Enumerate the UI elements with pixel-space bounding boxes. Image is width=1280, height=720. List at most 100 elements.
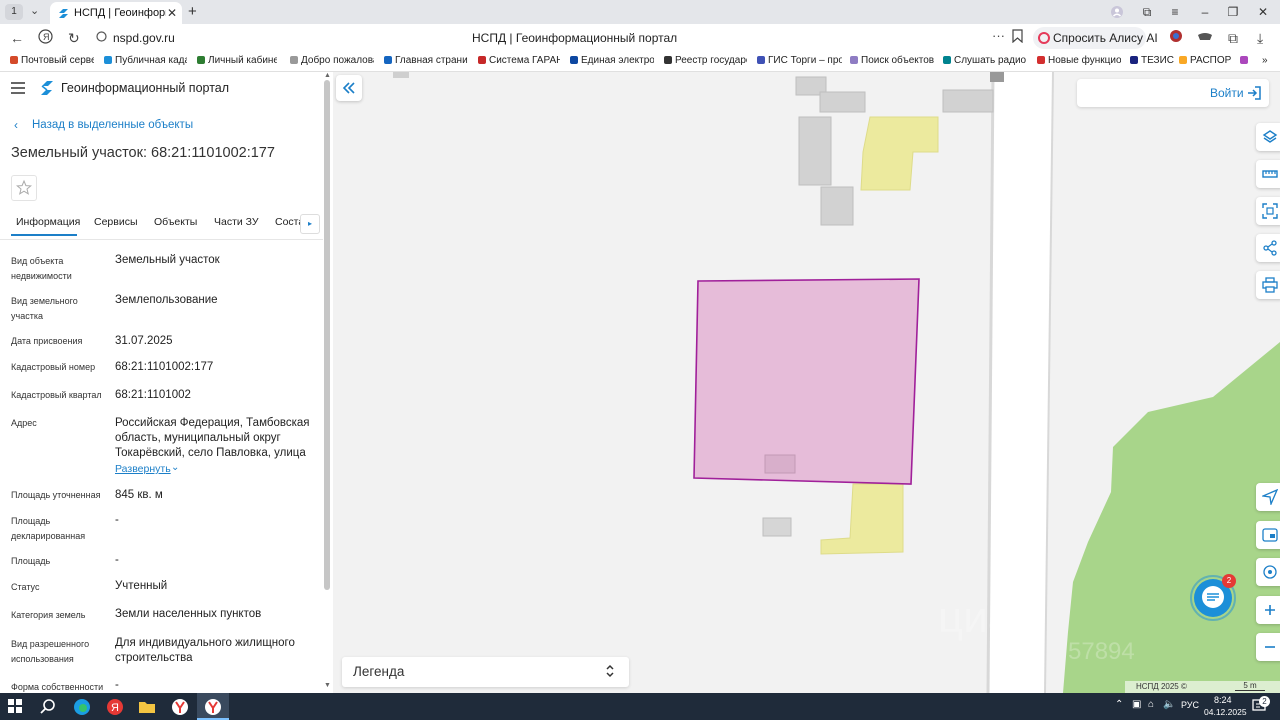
field-value: 68:21:1101002 — [115, 389, 191, 401]
tab-objects[interactable]: Объекты — [154, 216, 197, 228]
field-label: Дата присвоения — [11, 336, 83, 346]
address-value: Российская Федерация, Тамбовская область… — [115, 417, 310, 459]
tabs-dropdown-icon[interactable]: ⌄ — [30, 4, 39, 17]
select-area-button[interactable] — [1256, 197, 1280, 225]
hamburger-menu-icon[interactable] — [11, 82, 25, 94]
login-label: Войти — [1210, 86, 1244, 100]
edge-icon[interactable] — [72, 697, 92, 717]
field-value: Земли населенных пунктов — [115, 608, 262, 620]
legend-toggle[interactable]: Легенда — [342, 657, 629, 687]
back-arrow-icon[interactable]: ← — [10, 30, 24, 46]
bookmark-item[interactable]: Система ГАРАНТ — [478, 55, 560, 66]
bookmark-item[interactable]: Почтовый сервер — [10, 55, 94, 66]
field-label: Категория земель — [11, 610, 86, 620]
selected-parcel[interactable] — [693, 278, 920, 485]
sidebar-scrollbar[interactable] — [324, 80, 330, 590]
search-icon[interactable] — [38, 697, 58, 717]
back-chevron-icon[interactable]: ‹ — [14, 118, 18, 132]
bookmark-item[interactable]: Реестр государст — [664, 55, 747, 66]
bookmark-item[interactable]: Личный кабинет — [197, 55, 277, 66]
bookmark-icon[interactable] — [1012, 29, 1023, 43]
bookmarks-bar: Почтовый сервер Публичная кадас Личный к… — [0, 52, 1280, 72]
browser-tab[interactable]: НСПД | Геоинформаци ✕ — [50, 2, 182, 24]
back-to-selected-link[interactable]: Назад в выделенные объекты — [32, 119, 193, 131]
profile-icon[interactable] — [1106, 2, 1128, 22]
minimize-icon[interactable]: – — [1194, 2, 1216, 22]
collections-icon[interactable]: ⧉ — [1136, 2, 1158, 22]
yandex-app-icon[interactable]: Я — [105, 697, 125, 717]
bookmark-item[interactable]: Поиск объектов н — [850, 55, 935, 66]
tab-count-button[interactable]: 1 — [5, 4, 23, 20]
windows-taskbar: Я ⌃ ▣ ⌂ 🔈 РУС 8:24 04.12.2025 2 — [0, 693, 1280, 720]
zoom-in-button[interactable] — [1256, 596, 1280, 624]
bookmark-item[interactable]: Единая электрон — [570, 55, 654, 66]
downloads-panel-icon[interactable]: ⧉ — [1228, 30, 1238, 46]
hat-icon[interactable] — [1197, 30, 1213, 42]
svg-text:Я: Я — [111, 702, 119, 714]
new-tab-button[interactable]: + — [188, 3, 197, 20]
map-view[interactable]: циан 57894 Войти 2 Легенда НСПД 2025 © 5… — [333, 72, 1280, 693]
zoom-out-button[interactable] — [1256, 633, 1280, 661]
yandex-icon[interactable]: Я — [38, 29, 53, 44]
window-close-icon[interactable]: ✕ — [1252, 2, 1274, 22]
status-value: Учтенный — [115, 580, 168, 592]
favorite-button[interactable] — [11, 175, 37, 201]
geolocate-button[interactable] — [1256, 483, 1280, 511]
volume-icon[interactable]: 🔈 — [1163, 699, 1175, 710]
active-tab-indicator — [11, 234, 77, 236]
download-icon[interactable]: ⤓ — [1257, 30, 1263, 46]
language-indicator[interactable]: РУС — [1181, 700, 1199, 710]
field-label: Вид земельного участка — [11, 296, 78, 321]
field-label: Форма собственности — [11, 682, 104, 692]
tray-chevron-icon[interactable]: ⌃ — [1115, 699, 1123, 710]
bookmarks-more-icon[interactable]: » — [1262, 55, 1276, 66]
bookmark-item[interactable]: Главная страниц — [384, 55, 468, 66]
field-label: Кадастровый квартал — [11, 390, 102, 400]
expand-chevron-icon[interactable]: ⌄ — [171, 462, 179, 473]
site-info-icon[interactable] — [96, 31, 107, 42]
location-search-button[interactable] — [1256, 558, 1280, 586]
menu-icon[interactable]: ≡ — [1164, 2, 1186, 22]
bookmark-item[interactable]: ТЕЗИС — [1130, 55, 1174, 66]
tab-composition[interactable]: Соста — [275, 216, 302, 228]
bookmark-item[interactable]: ГИС Торги – прод — [757, 55, 842, 66]
field-value: - — [115, 554, 119, 566]
bookmark-item[interactable]: Добро пожалова — [290, 55, 374, 66]
layers-button[interactable] — [1256, 123, 1280, 151]
scroll-down-icon[interactable]: ▼ — [324, 682, 331, 689]
active-app-highlight[interactable] — [197, 693, 229, 720]
scroll-up-icon[interactable]: ▲ — [324, 72, 331, 79]
tab-close-icon[interactable]: ✕ — [167, 6, 177, 20]
bookmark-item[interactable]: Публичная кадас — [104, 55, 187, 66]
windows-start-icon[interactable] — [8, 699, 28, 719]
expand-address-link[interactable]: Развернуть — [115, 463, 171, 475]
watermark-number: 57894 — [1068, 638, 1135, 665]
clock-date[interactable]: 04.12.2025 — [1204, 707, 1247, 717]
collapse-panel-button[interactable] — [336, 75, 362, 101]
network-icon[interactable]: ⌂ — [1148, 699, 1154, 710]
clock-time[interactable]: 8:24 — [1214, 695, 1232, 705]
bookmark-overflow-icon[interactable] — [1240, 55, 1254, 66]
reload-icon[interactable]: ↻ — [68, 30, 80, 46]
measure-button[interactable] — [1256, 160, 1280, 188]
more-icon[interactable]: ··· — [992, 28, 1005, 44]
file-explorer-icon[interactable] — [137, 697, 157, 717]
bookmark-item[interactable]: Слушать радио о — [943, 55, 1028, 66]
restore-icon[interactable]: ❐ — [1222, 2, 1244, 22]
yandex-browser-icon[interactable] — [170, 697, 190, 717]
minimap-button[interactable] — [1256, 521, 1280, 549]
share-button[interactable] — [1256, 234, 1280, 262]
tray-app-icon[interactable]: ▣ — [1132, 699, 1141, 710]
ask-alice-button[interactable]: Спросить Алису AI — [1033, 27, 1158, 49]
star-icon — [16, 179, 32, 195]
tab-information[interactable]: Информация — [16, 216, 80, 228]
tabs-scroll-right-icon[interactable]: ▸ — [300, 214, 320, 234]
extension-icon[interactable] — [1168, 28, 1184, 44]
login-button[interactable]: Войти — [1077, 79, 1269, 107]
print-button[interactable] — [1256, 271, 1280, 299]
tab-services[interactable]: Сервисы — [94, 216, 138, 228]
tab-parts[interactable]: Части ЗУ — [214, 216, 259, 228]
bookmark-item[interactable]: Новые функцион — [1037, 55, 1121, 66]
url-field[interactable]: nspd.gov.ru — [113, 31, 175, 45]
bookmark-item[interactable]: РАСПОР — [1179, 55, 1231, 66]
